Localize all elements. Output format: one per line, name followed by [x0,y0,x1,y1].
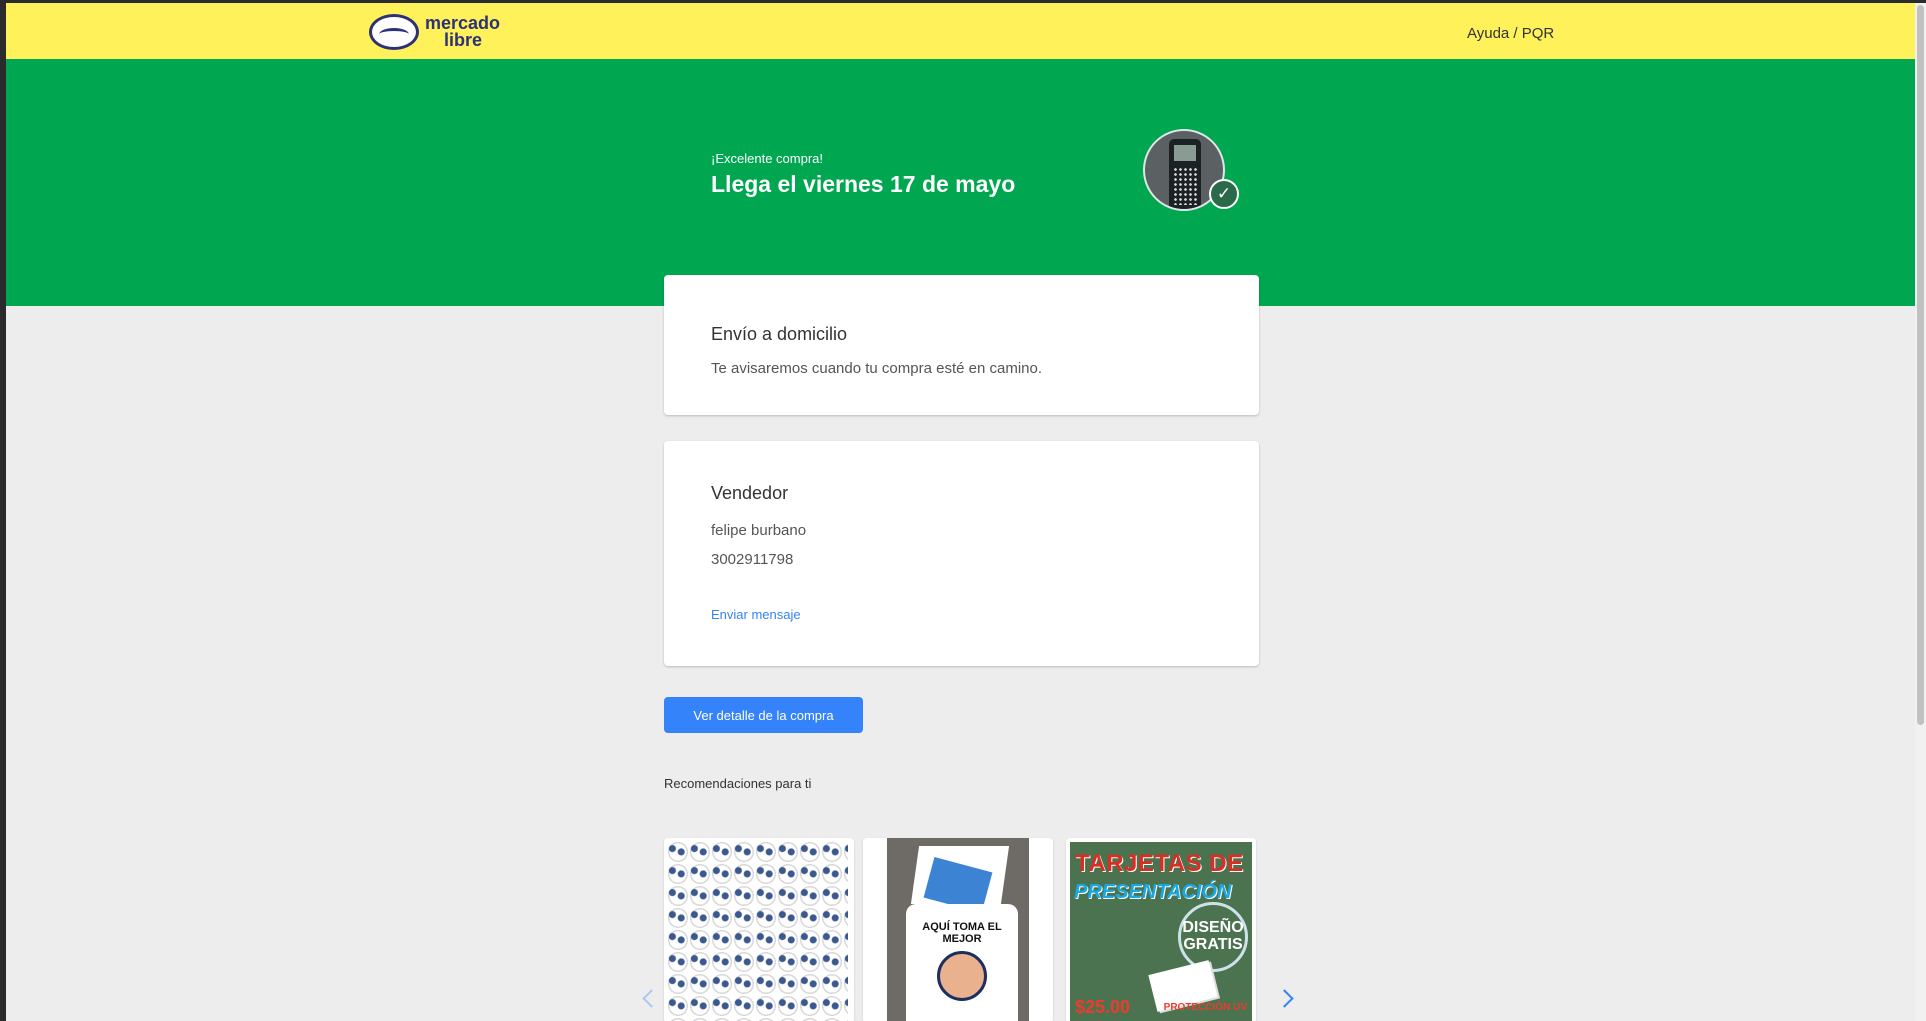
purchase-success-text: ¡Excelente compra! [711,151,823,166]
top-bar: mercado libre Ayuda / PQR [6,3,1915,59]
calculator-icon [1169,139,1201,209]
stacked-mugs-image [668,842,848,1021]
shipping-card: Envío a domicilio Te avisaremos cuando t… [664,275,1259,415]
free-design-badge: DISEÑO GRATIS [1178,902,1248,972]
send-message-link[interactable]: Enviar mensaje [711,607,801,622]
recommendations-title: Recomendaciones para ti [664,776,812,791]
scrollbar-thumb[interactable] [1917,5,1924,725]
recommendation-card-stacked-mugs[interactable] [664,838,854,1021]
vertical-scrollbar[interactable] [1915,3,1926,1021]
page-viewport: mercado libre Ayuda / PQR ¡Excelente com… [6,3,1915,1021]
seller-card: Vendedor felipe burbano 3002911798 Envia… [664,441,1259,666]
calculator-keys [1173,167,1197,205]
printed-mug: AQUÍ TOMA EL MEJOR [906,904,1018,1021]
shipping-message: Te avisaremos cuando tu compra esté en c… [711,360,1043,377]
recommendation-card-business-cards[interactable]: TARJETAS DE PRESENTACIÓN DISEÑO GRATIS $… [1066,838,1256,1021]
shipping-title: Envío a domicilio [711,324,848,344]
help-link[interactable]: Ayuda / PQR [1467,25,1554,42]
delivery-date-title: Llega el viernes 17 de mayo [711,171,1016,197]
uv-protection-label: PROTECCIÓN UV [1163,1002,1247,1013]
check-icon: ✓ [1209,179,1239,209]
mercado-libre-logo[interactable]: mercado libre [369,11,500,53]
browser-frame: mercado libre Ayuda / PQR ¡Excelente com… [0,0,1926,1021]
chevron-left-icon[interactable] [638,987,658,1011]
business-cards-subheadline: PRESENTACIÓN [1074,881,1232,903]
seller-phone: 3002911798 [711,551,794,568]
logo-line-libre: libre [444,30,483,50]
logo-text: mercado libre [425,14,500,50]
recommendation-card-mug[interactable]: AQUÍ TOMA EL MEJOR [863,838,1053,1021]
business-cards-image: TARJETAS DE PRESENTACIÓN DISEÑO GRATIS $… [1070,842,1252,1021]
handshake-icon [369,14,419,50]
purchase-confirmation-banner: ¡Excelente compra! Llega el viernes 17 d… [6,59,1915,306]
mug-face-illustration [937,951,987,1001]
chevron-right-icon[interactable] [1278,987,1298,1011]
business-cards-price: $25.00 [1075,997,1131,1017]
view-purchase-details-button[interactable]: Ver detalle de la compra [664,697,863,733]
mug-print-text: AQUÍ TOMA EL MEJOR [922,921,1002,945]
calculator-screen [1174,145,1196,161]
business-cards-headline: TARJETAS DE [1075,850,1244,877]
seller-title: Vendedor [711,483,789,503]
seller-name: felipe burbano [711,522,807,539]
